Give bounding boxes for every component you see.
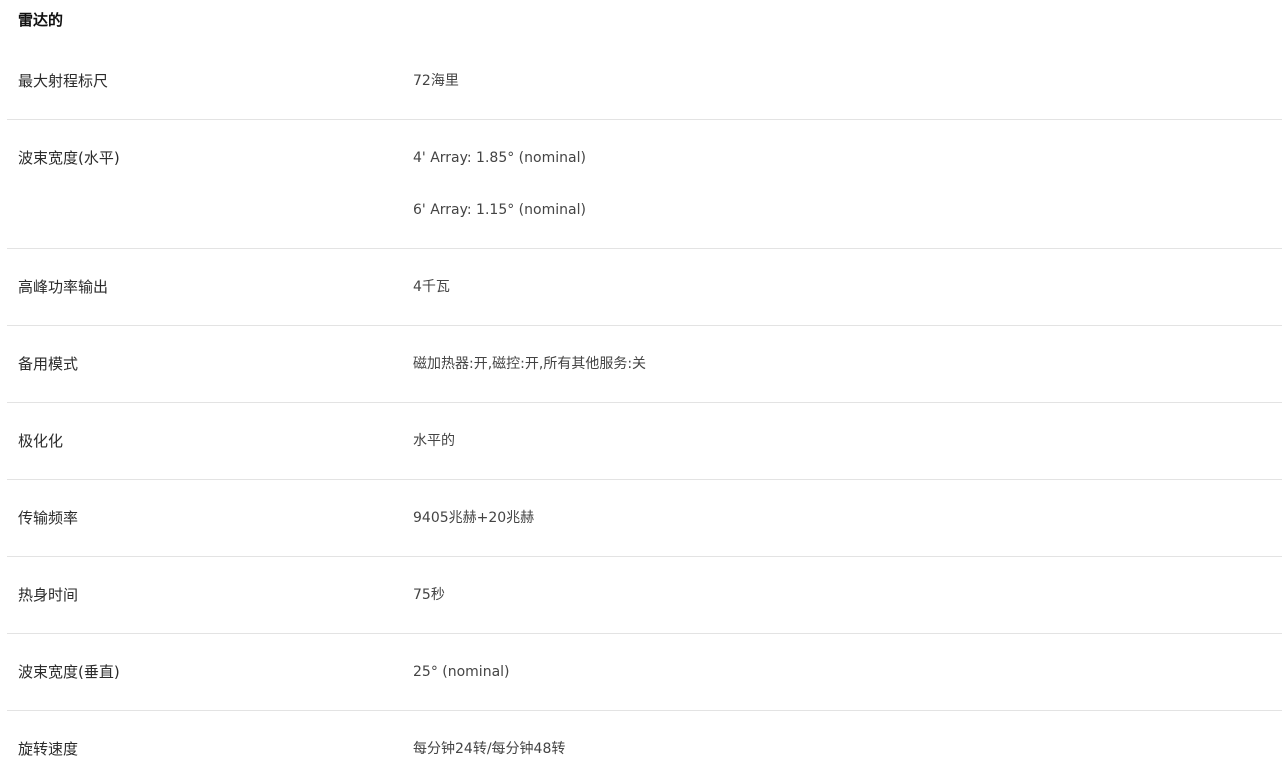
spec-row-vertical-beamwidth: 波束宽度(垂直) 25° (nominal) <box>7 634 1282 711</box>
spec-row-warmup-time: 热身时间 75秒 <box>7 557 1282 634</box>
spec-row-rotation-speed: 旋转速度 每分钟24转/每分钟48转 <box>7 711 1282 773</box>
spec-row-horizontal-beamwidth: 波束宽度(水平) 4' Array: 1.85° (nominal) 6' Ar… <box>7 120 1282 249</box>
spec-value: 4' Array: 1.85° (nominal) 6' Array: 1.15… <box>413 148 586 220</box>
spec-value-line: 4' Array: 1.85° (nominal) <box>413 150 586 166</box>
spec-row-transmit-frequency: 传输频率 9405兆赫+20兆赫 <box>7 480 1282 557</box>
spec-label: 波束宽度(垂直) <box>18 663 120 681</box>
spec-label: 旋转速度 <box>18 740 79 758</box>
spec-row-polarization: 极化化 水平的 <box>7 403 1282 480</box>
spec-row-standby-mode: 备用模式 磁加热器:开,磁控:开,所有其他服务:关 <box>7 326 1282 403</box>
spec-value: 每分钟24转/每分钟48转 <box>413 739 565 759</box>
spec-value: 水平的 <box>413 431 455 451</box>
spec-label: 高峰功率输出 <box>18 278 109 296</box>
spec-value-line: 4千瓦 <box>413 279 450 295</box>
spec-label: 传输频率 <box>18 509 79 527</box>
spec-value-line: 72海里 <box>413 73 459 89</box>
spec-value-line: 磁加热器:开,磁控:开,所有其他服务:关 <box>413 356 647 372</box>
spec-value: 75秒 <box>413 585 445 605</box>
spec-value: 9405兆赫+20兆赫 <box>413 508 534 528</box>
spec-label: 热身时间 <box>18 586 79 604</box>
spec-label: 备用模式 <box>18 355 79 373</box>
spec-value-line: 9405兆赫+20兆赫 <box>413 510 535 526</box>
section-title: 雷达的 <box>18 11 64 29</box>
spec-value-line: 每分钟24转/每分钟48转 <box>413 741 566 757</box>
spec-label: 极化化 <box>18 432 64 450</box>
spec-row-peak-power: 高峰功率输出 4千瓦 <box>7 249 1282 326</box>
spec-value-line: 75秒 <box>413 587 445 603</box>
spec-label: 波束宽度(水平) <box>18 149 120 167</box>
spec-row-max-range: 最大射程标尺 72海里 <box>7 43 1282 120</box>
spec-value: 72海里 <box>413 71 459 91</box>
spec-value-line: 6' Array: 1.15° (nominal) <box>413 202 586 218</box>
spec-value: 磁加热器:开,磁控:开,所有其他服务:关 <box>413 354 646 374</box>
spec-table: 最大射程标尺 72海里 波束宽度(水平) 4' Array: 1.85° (no… <box>7 43 1282 773</box>
spec-label: 最大射程标尺 <box>18 72 109 90</box>
spec-value-line: 25° (nominal) <box>413 664 510 680</box>
spec-value: 4千瓦 <box>413 277 450 297</box>
spec-value: 25° (nominal) <box>413 662 510 682</box>
spec-value-line: 水平的 <box>413 433 455 449</box>
